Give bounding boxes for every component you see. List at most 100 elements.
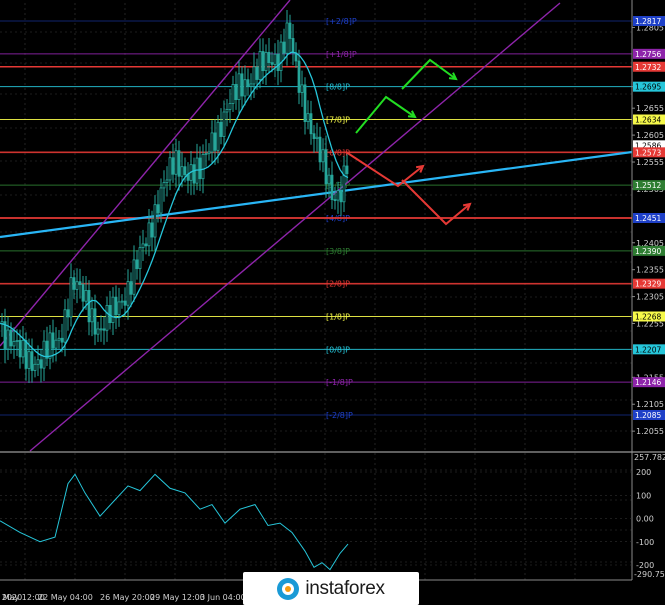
price-tag-label: 1.2329 [635,280,661,289]
candle-body [105,305,109,331]
candle-body [90,308,94,323]
candle-body [54,339,58,349]
candle-body [30,351,34,371]
candle-body [153,204,157,238]
price-tag-label: 1.2390 [635,247,661,256]
price-tag-label: 1.2451 [635,214,661,223]
candle-body [84,290,88,302]
murrey-label: [8/8]P [326,83,350,92]
candle-body [330,174,334,201]
price-tick-label: 1.2555 [636,158,664,167]
price-tag-label: 1.2512 [635,181,661,190]
candle-body [345,165,349,175]
candle-body [174,150,178,175]
price-tick-label: 1.2305 [636,293,664,302]
indicator-tick-label: 200 [636,468,651,477]
candle-body [261,51,265,72]
price-tick-label: 1.2105 [636,400,664,409]
candle-body [255,66,259,80]
price-tick-label: 1.2055 [636,427,664,436]
price-tag-label: 1.2085 [635,411,661,420]
candle-body [120,300,124,303]
candle-body [18,339,22,358]
instaforex-watermark: instaforex [243,572,419,605]
candle-body [93,308,97,335]
candle-body [231,84,235,104]
price-chart[interactable]: [+2/8]P[+1/8]P[8/8]P[7/8]P[6/8]P[5/8]P[4… [0,0,665,605]
candle-body [285,22,289,54]
murrey-label: [3/8]P [326,247,350,256]
candle-body [42,340,46,369]
candle-body [12,341,16,347]
candle-body [279,41,283,72]
candle-body [246,79,250,87]
candle-body [66,309,70,318]
candle-body [213,132,217,151]
candle-body [312,133,316,139]
indicator-max-label: 257.7826 [634,453,665,462]
candle-body [303,84,307,123]
candle-body [324,149,328,185]
candle-body [129,281,133,295]
candle-body [165,179,169,183]
candle-body [60,337,64,343]
price-tag-label: 1.2634 [635,116,661,125]
candle-body [327,174,331,185]
candle-body [162,182,166,189]
candle-body [234,84,238,101]
candle-body [249,83,253,87]
time-label: 22 May 04:00 [38,593,93,602]
price-tag-label: 1.2146 [635,378,661,387]
candle-body [282,41,286,54]
murrey-label: [+1/8]P [326,50,357,59]
murrey-label: [+2/8]P [326,17,357,26]
candle-body [333,199,337,202]
candle-body [21,340,25,358]
instaforex-logo-icon [277,577,300,600]
candle-body [222,111,226,137]
price-tag-label: 1.2207 [635,345,661,354]
candle-body [117,301,121,316]
candle-body [99,328,103,331]
candle-body [339,190,343,203]
price-tag-label: 1.2756 [635,50,661,59]
candle-body [147,222,151,247]
candle-body [258,51,262,80]
price-tag-label: 1.2695 [635,83,661,92]
candle-body [39,359,43,369]
candle-body [102,328,106,331]
candle-body [78,281,82,285]
candle-body [9,329,13,347]
candle-body [27,351,31,369]
candle-body [273,53,277,65]
candle-body [315,136,319,139]
time-label: 26 May 20:00 [100,593,155,602]
murrey-label: [1/8]P [326,313,350,322]
candle-body [33,363,37,371]
candle-body [183,166,187,175]
candle-body [180,166,184,177]
indicator-min-label: -290.755 [634,570,665,579]
candle-body [204,153,208,156]
candle-body [63,309,67,343]
candle-body [336,190,340,201]
candle-body [342,165,346,203]
candle-body [24,340,28,369]
watermark-text: instaforex [305,577,385,599]
candle-body [219,121,223,137]
murrey-label: [0/8]P [326,345,350,354]
price-tag-label: 1.2268 [635,313,661,322]
candle-body [243,79,247,97]
candle-body [48,332,52,359]
candle-body [291,38,295,54]
candle-body [276,53,280,72]
indicator-tick-label: 0.00 [636,515,654,524]
candle-body [156,204,160,214]
candle-body [171,157,175,175]
murrey-label: [2/8]P [326,280,350,289]
candle-body [123,300,127,306]
candle-body [141,243,145,249]
candle-body [6,329,10,350]
candle-body [81,284,85,302]
time-label: 29 May 12:00 [150,593,205,602]
